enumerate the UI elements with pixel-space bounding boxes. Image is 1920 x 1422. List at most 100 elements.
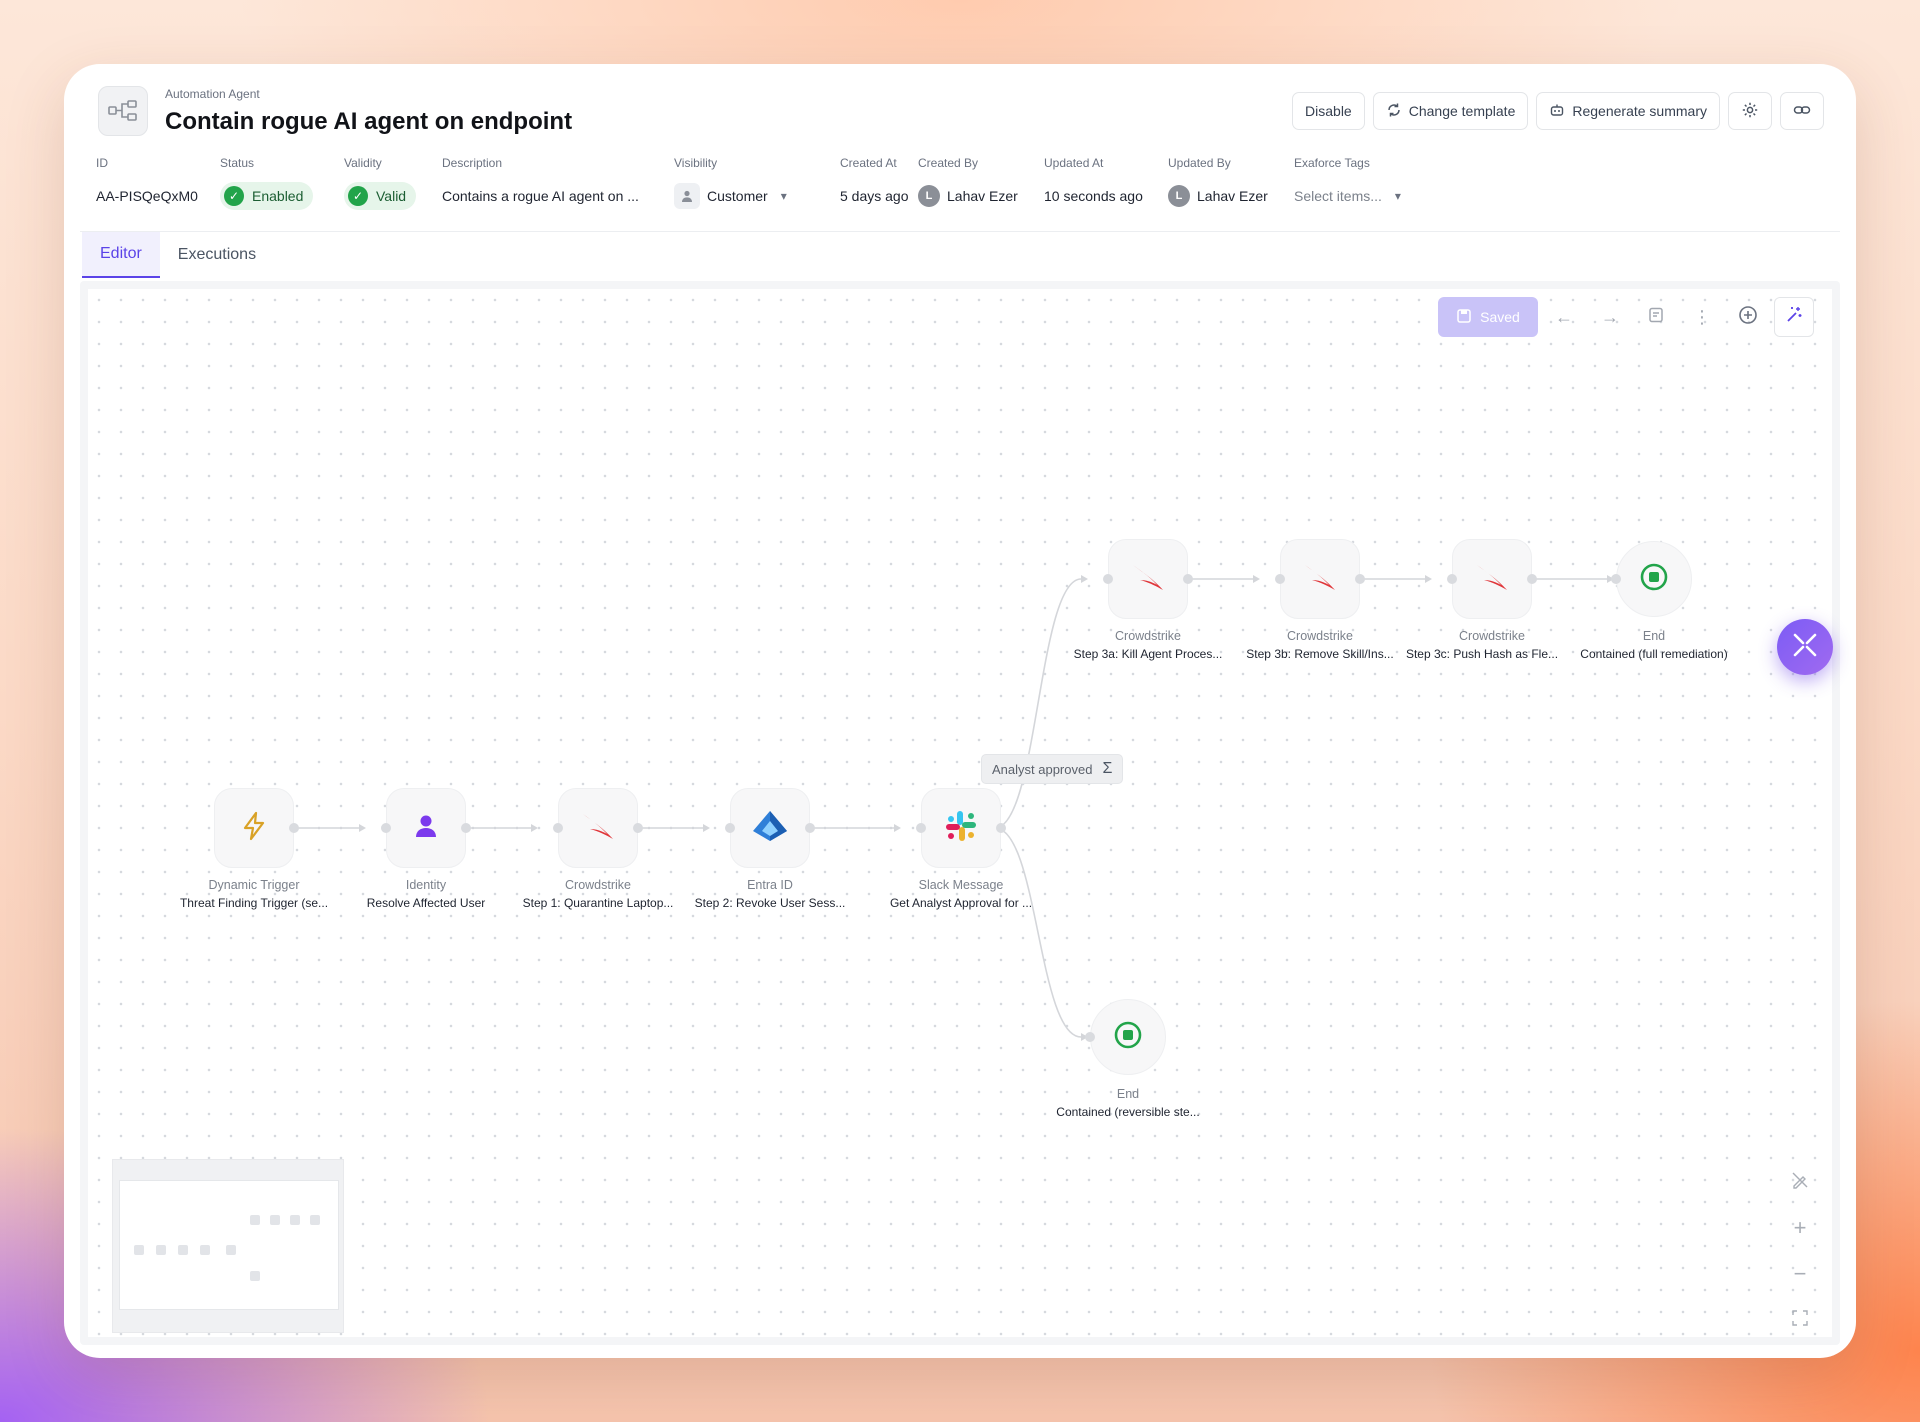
node-input-handle[interactable] [1275,574,1285,584]
node-input-handle[interactable] [916,823,926,833]
fit-view-button[interactable] [1782,1297,1818,1343]
add-node-button[interactable] [1728,297,1768,337]
node-type-label: End [1116,1087,1140,1101]
node-input-handle[interactable] [553,823,563,833]
notes-button[interactable] [1636,297,1676,337]
settings-button[interactable] [1728,92,1772,130]
edit-off-icon [1791,1169,1809,1195]
node-input-handle[interactable] [1611,574,1621,584]
node-name-label: Threat Finding Trigger (se... [179,896,329,910]
ai-assist-button[interactable] [1774,297,1814,337]
node-output-handle[interactable] [805,823,815,833]
crowdstrike-icon [580,811,616,846]
node-output-handle[interactable] [1355,574,1365,584]
meta-status: Status ✓ Enabled [220,156,314,210]
meta-created-by: Created By L Lahav Ezer [918,156,1018,210]
node-slack-message[interactable] [916,788,1006,868]
node-name-label: Step 2: Revoke User Sess... [694,896,846,910]
tab-editor[interactable]: Editor [82,232,160,278]
minimap-node [250,1215,260,1225]
stop-icon [1114,1021,1142,1054]
node-name-label: Resolve Affected User [366,896,486,910]
node-crowdstrike-push-hash[interactable] [1447,539,1537,619]
tags-select[interactable]: Select items... ▾ [1294,182,1401,210]
zoom-out-button[interactable]: − [1782,1251,1818,1297]
undo-button[interactable]: ← [1544,297,1584,337]
node-type-label: End [1642,629,1666,643]
more-options-button[interactable]: ⋮ [1682,297,1722,337]
tab-executions[interactable]: Executions [160,232,274,278]
node-end-reversible[interactable] [1085,999,1166,1075]
zoom-controls: + − [1782,1159,1818,1343]
minimap-node [270,1215,280,1225]
visibility-select[interactable]: Customer ▾ [674,182,787,210]
node-type-label: Crowdstrike [565,878,631,892]
sparkle-icon [1791,631,1819,664]
node-output-handle[interactable] [996,823,1006,833]
workflow-canvas[interactable]: Analyst approved Σ Dynamic Trigger Threa… [80,281,1840,1345]
chevron-down-icon: ▾ [1394,189,1401,203]
saved-button[interactable]: Saved [1438,297,1538,337]
node-output-handle[interactable] [1183,574,1193,584]
page-kicker: Automation Agent [165,87,260,101]
fit-view-icon [1791,1307,1809,1333]
node-crowdstrike-quarantine[interactable] [553,788,643,868]
meta-tags: Exaforce Tags Select items... ▾ [1294,156,1401,210]
metadata-row: ID AA-PISQeQxM0 Status ✓ Enabled Validity… [96,156,1824,216]
crowdstrike-icon [1474,562,1510,597]
node-input-handle[interactable] [1447,574,1457,584]
node-type-label: Identity [405,878,447,892]
meta-created-at: Created At 5 days ago [840,156,909,204]
node-input-handle[interactable] [381,823,391,833]
header-divider [80,231,1840,232]
node-name-label: Contained (full remediation) [1580,647,1728,661]
change-template-button[interactable]: Change template [1372,92,1529,130]
node-output-handle[interactable] [1527,574,1537,584]
node-name-label: Step 3c: Push Hash as Fle... [1405,647,1559,661]
validity-badge: ✓ Valid [344,182,417,210]
avatar: L [918,185,940,207]
edge-approved [994,578,1082,829]
edge-end [994,827,1082,1038]
minimap-node [178,1245,188,1255]
regenerate-summary-button[interactable]: Regenerate summary [1536,92,1720,130]
disable-button[interactable]: Disable [1292,92,1365,130]
node-output-handle[interactable] [461,823,471,833]
node-input-handle[interactable] [725,823,735,833]
plus-icon: + [1793,1215,1807,1240]
refresh-icon [1386,102,1402,121]
save-icon [1456,308,1472,327]
entra-icon [751,809,789,848]
minimap-node [226,1245,236,1255]
arrow-left-icon: ← [1555,306,1573,327]
node-entra-id[interactable] [725,788,815,868]
edge-label-analyst-approved[interactable]: Analyst approved Σ [981,754,1124,784]
plus-circle-icon [1738,305,1758,330]
node-end-full-remediation[interactable] [1611,541,1692,617]
canvas-grid[interactable]: Analyst approved Σ Dynamic Trigger Threa… [88,289,1832,1337]
node-input-handle[interactable] [1103,574,1113,584]
note-icon [1647,306,1665,329]
tab-bar: Editor Executions [82,232,274,278]
toggle-interactivity-button[interactable] [1782,1159,1818,1205]
copy-link-button[interactable] [1780,92,1824,130]
redo-button[interactable]: → [1590,297,1630,337]
node-output-handle[interactable] [633,823,643,833]
node-crowdstrike-kill[interactable] [1103,539,1193,619]
meta-validity: Validity ✓ Valid [344,156,417,210]
node-input-handle[interactable] [1085,1032,1095,1042]
node-crowdstrike-remove[interactable] [1275,539,1365,619]
meta-description: Description Contains a rogue AI agent on… [442,156,639,204]
lightning-icon [241,811,267,846]
crowdstrike-icon [1302,562,1338,597]
ai-assistant-fab[interactable] [1777,619,1833,675]
node-identity[interactable] [381,788,471,868]
node-dynamic-trigger[interactable] [214,788,299,868]
node-output-handle[interactable] [289,823,299,833]
node-name-label: Get Analyst Approval for ... [889,896,1033,910]
magic-wand-icon [1784,305,1804,330]
minimap-viewport[interactable] [119,1180,339,1310]
canvas-minimap[interactable] [112,1159,344,1333]
zoom-in-button[interactable]: + [1782,1205,1818,1251]
link-icon [1793,101,1811,122]
